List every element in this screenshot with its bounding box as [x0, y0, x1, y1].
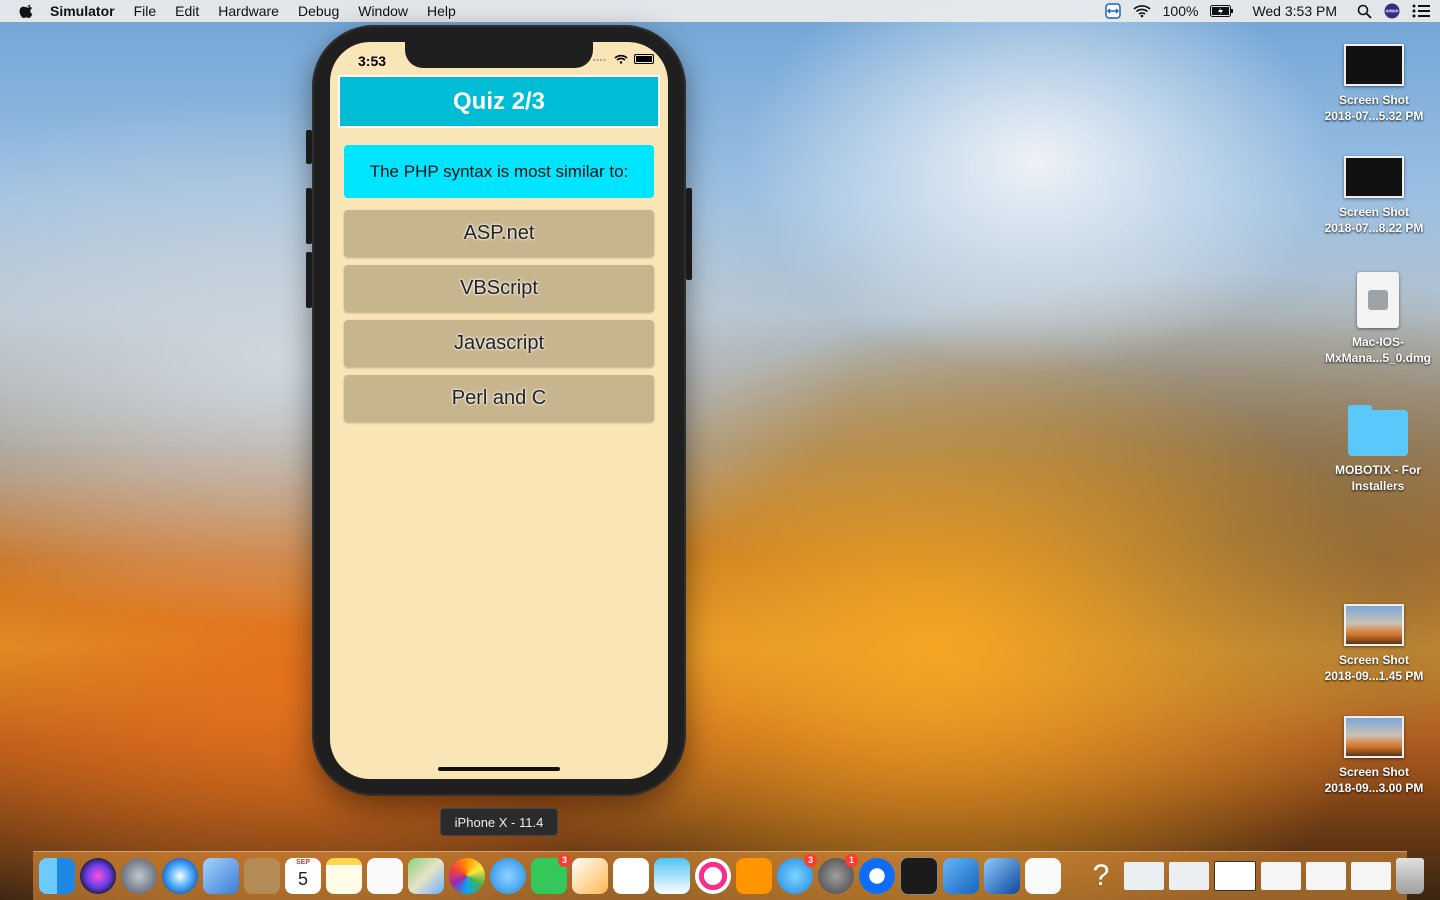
finder-icon[interactable] — [39, 858, 75, 894]
volume-up-button — [306, 188, 312, 244]
menu-debug[interactable]: Debug — [298, 3, 339, 19]
silent-switch — [306, 130, 312, 164]
spotlight-search-icon[interactable] — [1357, 4, 1372, 19]
reminders-icon[interactable] — [367, 858, 403, 894]
phone-battery-icon — [634, 54, 654, 64]
pages-icon[interactable] — [572, 858, 608, 894]
home-indicator[interactable] — [438, 767, 560, 771]
file-name-line1: MOBOTIX - For — [1335, 463, 1421, 477]
question-text: The PHP syntax is most similar to: — [344, 145, 654, 198]
menu-app-name[interactable]: Simulator — [50, 3, 115, 19]
notification-center-icon[interactable] — [1412, 4, 1430, 18]
status-time: 3:53 — [358, 53, 387, 69]
apple-menu-icon[interactable] — [18, 2, 36, 20]
help-icon[interactable]: ? — [1083, 858, 1119, 894]
answer-button-2[interactable]: VBScript — [344, 265, 654, 312]
textedit-icon[interactable] — [1025, 858, 1061, 894]
answer-button-1[interactable]: ASP.net — [344, 210, 654, 257]
siri-dock-icon[interactable] — [80, 858, 116, 894]
desktop-file-screenshot-3[interactable]: Screen Shot 2018-09...1.45 PM — [1314, 604, 1434, 684]
system-preferences-badge: 1 — [845, 854, 858, 867]
phone-screen: 3:53 Quiz 2/3 The PHP syntax is most sim… — [330, 42, 668, 779]
minimized-window-6[interactable] — [1351, 862, 1391, 890]
file-name-line2: 2018-07...8.22 PM — [1324, 221, 1424, 235]
numbers-icon[interactable] — [613, 858, 649, 894]
calendar-month: SEP — [295, 859, 310, 866]
screenshot-thumbnail — [1344, 44, 1404, 86]
menu-window[interactable]: Window — [358, 3, 408, 19]
phone-wifi-icon — [614, 54, 628, 64]
battery-charging-icon[interactable] — [1210, 5, 1234, 17]
facetime-icon[interactable]: 3 — [531, 854, 571, 894]
answer-button-4[interactable]: Perl and C — [344, 375, 654, 422]
terminal-icon[interactable] — [900, 857, 938, 895]
minimized-window-3[interactable] — [1214, 861, 1256, 891]
device-label: iPhone X - 11.4 — [440, 808, 558, 836]
xcode-icon[interactable] — [943, 858, 979, 894]
teamviewer-status-icon[interactable] — [1104, 3, 1121, 19]
ibooks-icon[interactable] — [736, 858, 772, 894]
screenshot-thumbnail — [1344, 716, 1404, 758]
power-button — [686, 188, 692, 280]
file-name-line2: 2018-09...3.00 PM — [1324, 781, 1424, 795]
dock: SEP 5 3 3 1 ? — [33, 851, 1424, 900]
mail-icon[interactable] — [203, 858, 239, 894]
file-name-line1: Screen Shot — [1338, 205, 1410, 219]
status-icons — [592, 54, 654, 64]
minimized-window-1[interactable] — [1124, 862, 1164, 890]
menu-bar: Simulator File Edit Hardware Debug Windo… — [0, 0, 1440, 22]
menu-clock[interactable]: Wed 3:53 PM — [1252, 3, 1337, 19]
disk-image-icon — [1357, 272, 1399, 328]
screenshot-thumbnail — [1344, 604, 1404, 646]
file-name-line1: Mac-IOS- — [1351, 335, 1404, 349]
file-name-line2: MxMana...5_0.dmg — [1324, 351, 1432, 365]
notch — [405, 42, 593, 68]
desktop-file-dmg[interactable]: Mac-IOS- MxMana...5_0.dmg — [1318, 272, 1438, 366]
calendar-day: 5 — [297, 869, 308, 889]
app-store-badge: 3 — [804, 854, 817, 867]
file-name-line1: Screen Shot — [1338, 93, 1410, 107]
menu-help[interactable]: Help — [427, 3, 456, 19]
file-name-line1: Screen Shot — [1338, 653, 1410, 667]
menu-hardware[interactable]: Hardware — [218, 3, 279, 19]
desktop-file-screenshot-4[interactable]: Screen Shot 2018-09...3.00 PM — [1314, 716, 1434, 796]
app-store-icon[interactable]: 3 — [777, 854, 817, 894]
facetime-badge: 3 — [558, 854, 571, 867]
siri-icon[interactable] — [1384, 3, 1400, 19]
menu-file[interactable]: File — [134, 3, 157, 19]
file-name-line1: Screen Shot — [1338, 765, 1410, 779]
file-name-line2: 2018-07...5.32 PM — [1324, 109, 1424, 123]
folder-icon — [1348, 405, 1408, 456]
desktop-folder-mobotix[interactable]: MOBOTIX - For Installers — [1318, 405, 1438, 494]
maps-icon[interactable] — [408, 858, 444, 894]
file-name-line2: Installers — [1351, 479, 1405, 493]
trash-icon[interactable] — [1396, 858, 1424, 894]
notes-icon[interactable] — [326, 858, 362, 894]
xcode-alt-icon[interactable] — [984, 858, 1020, 894]
file-name-line2: 2018-09...1.45 PM — [1324, 669, 1424, 683]
minimized-window-2[interactable] — [1169, 862, 1209, 890]
desktop-file-screenshot-1[interactable]: Screen Shot 2018-07...5.32 PM — [1314, 44, 1434, 124]
itunes-icon[interactable] — [695, 858, 731, 894]
answer-button-3[interactable]: Javascript — [344, 320, 654, 367]
photos-icon[interactable] — [449, 858, 485, 894]
minimized-window-5[interactable] — [1306, 862, 1346, 890]
launchpad-icon[interactable] — [121, 858, 157, 894]
screenshot-thumbnail — [1344, 156, 1404, 198]
cell-signal-icon — [593, 59, 606, 61]
volume-down-button — [306, 252, 312, 308]
minimized-window-4[interactable] — [1261, 862, 1301, 890]
safari-icon[interactable] — [162, 858, 198, 894]
desktop-file-screenshot-2[interactable]: Screen Shot 2018-07...8.22 PM — [1314, 156, 1434, 236]
quiz-title: Quiz 2/3 — [338, 75, 660, 128]
menu-edit[interactable]: Edit — [175, 3, 199, 19]
calendar-icon[interactable]: SEP 5 — [285, 858, 321, 894]
keynote-icon[interactable] — [654, 858, 690, 894]
contacts-icon[interactable] — [244, 858, 280, 894]
battery-percent: 100% — [1162, 3, 1199, 19]
system-preferences-icon[interactable]: 1 — [818, 854, 858, 894]
teamviewer-icon[interactable] — [859, 858, 895, 894]
messages-icon[interactable] — [490, 858, 526, 894]
wifi-icon[interactable] — [1133, 4, 1151, 18]
